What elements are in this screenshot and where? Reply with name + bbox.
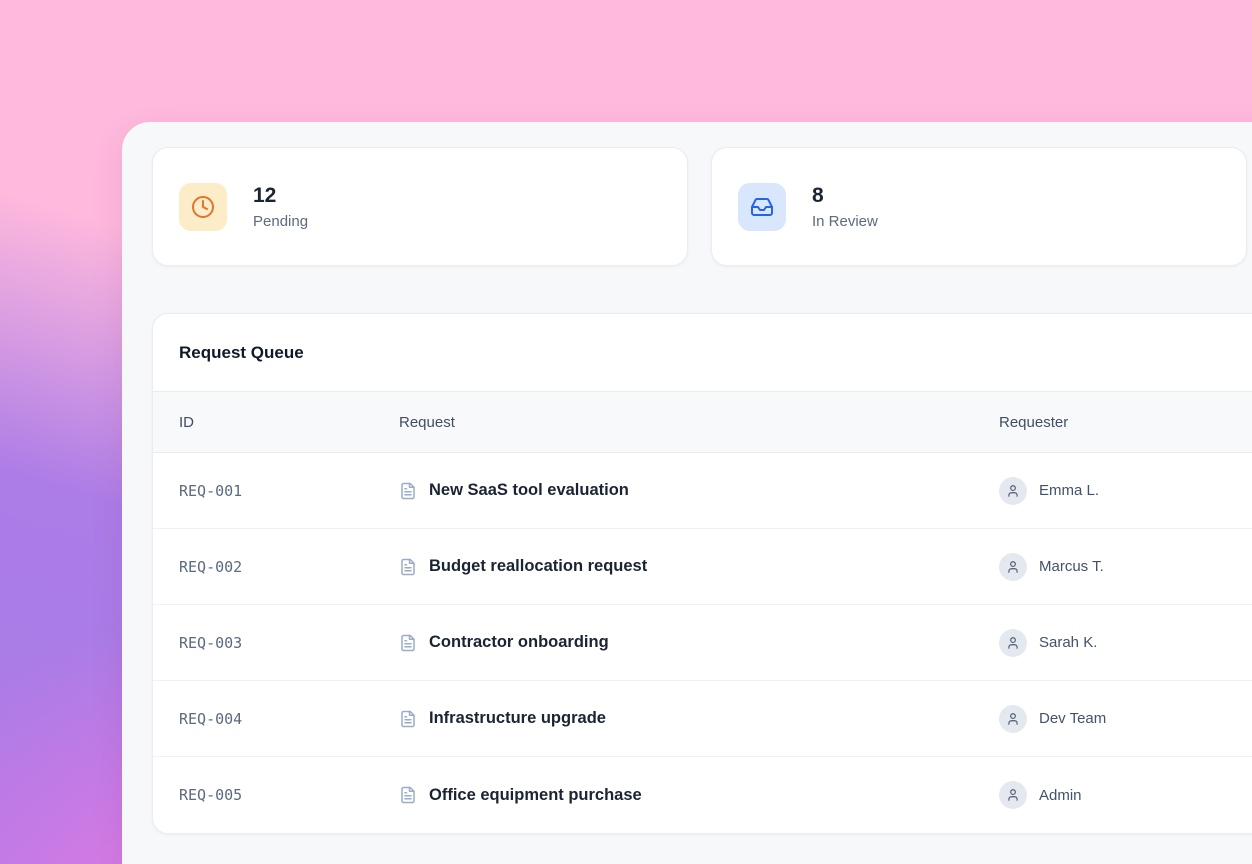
table-body: REQ-001 New SaaS tool evaluation [153,453,1252,833]
request-title: New SaaS tool evaluation [429,481,629,500]
request-cell: Office equipment purchase [399,786,999,805]
stat-card-pending: 12 Pending [152,147,688,266]
request-cell: Budget reallocation request [399,557,999,576]
stat-value: 12 [253,183,308,208]
stat-text-block: 12 Pending [253,183,308,229]
file-text-icon [399,482,417,500]
requester-cell: Marcus T. [999,553,1252,581]
request-id: REQ-003 [153,634,399,652]
column-header-request: Request [399,414,999,431]
request-title: Infrastructure upgrade [429,709,606,728]
requester-name: Dev Team [1039,710,1106,727]
clock-icon [179,183,227,231]
request-id: REQ-005 [153,786,399,804]
stat-label: In Review [812,213,878,230]
requester-cell: Sarah K. [999,629,1252,657]
desktop-background: { "stats": [ { "value": "12", "label": "… [0,0,1252,864]
request-cell: Infrastructure upgrade [399,709,999,728]
request-queue-card: Request Queue ID Request Requester REQ-0… [152,313,1252,834]
avatar [999,705,1027,733]
main-panel: 12 Pending 8 In Review Request Queue ID [122,122,1252,864]
stats-row: 12 Pending 8 In Review [152,147,1252,266]
request-cell: New SaaS tool evaluation [399,481,999,500]
table-title: Request Queue [179,343,304,363]
request-cell: Contractor onboarding [399,633,999,652]
file-text-icon [399,634,417,652]
table-row[interactable]: REQ-002 Budget reallocation request [153,529,1252,605]
avatar [999,781,1027,809]
table-row[interactable]: REQ-003 Contractor onboarding Sa [153,605,1252,681]
stat-label: Pending [253,213,308,230]
avatar [999,477,1027,505]
inbox-icon [738,183,786,231]
requester-name: Admin [1039,787,1082,804]
request-title: Office equipment purchase [429,786,642,805]
request-id: REQ-001 [153,482,399,500]
requester-name: Marcus T. [1039,558,1104,575]
stat-text-block: 8 In Review [812,183,878,229]
avatar [999,629,1027,657]
requester-cell: Dev Team [999,705,1252,733]
table-row[interactable]: REQ-004 Infrastructure upgrade D [153,681,1252,757]
table-row[interactable]: REQ-005 Office equipment purchase [153,757,1252,833]
column-header-requester: Requester [999,414,1252,431]
request-title: Budget reallocation request [429,557,647,576]
stat-value: 8 [812,183,878,208]
requester-cell: Emma L. [999,477,1252,505]
stat-card-in-review: 8 In Review [711,147,1247,266]
requester-cell: Admin [999,781,1252,809]
column-header-id: ID [153,414,399,431]
request-title: Contractor onboarding [429,633,609,652]
table-row[interactable]: REQ-001 New SaaS tool evaluation [153,453,1252,529]
request-id: REQ-004 [153,710,399,728]
file-text-icon [399,558,417,576]
request-id: REQ-002 [153,558,399,576]
table-title-row: Request Queue [153,314,1252,391]
avatar [999,553,1027,581]
requester-name: Sarah K. [1039,634,1097,651]
table-header-row: ID Request Requester [153,391,1252,453]
requester-name: Emma L. [1039,482,1099,499]
file-text-icon [399,786,417,804]
file-text-icon [399,710,417,728]
